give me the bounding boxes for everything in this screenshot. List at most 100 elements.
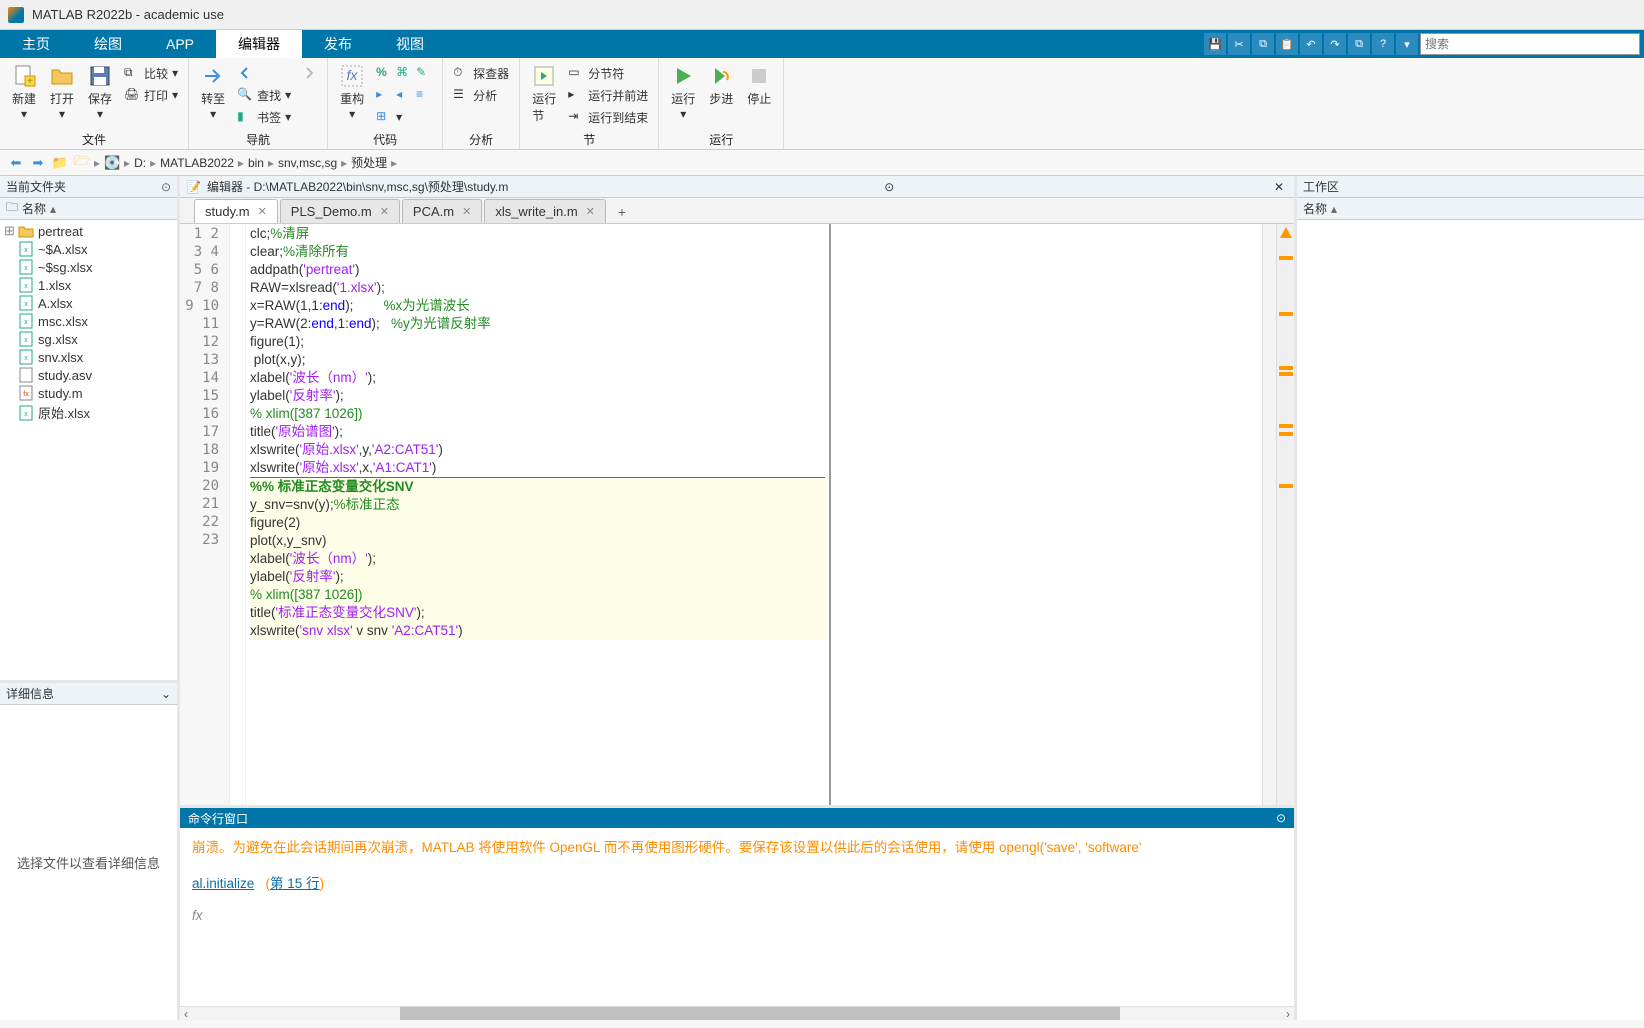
command-link-initialize[interactable]: al.initialize bbox=[192, 876, 254, 891]
details-header[interactable]: 详细信息 ⌄ bbox=[0, 683, 177, 705]
file-row[interactable]: fxstudy.m bbox=[0, 384, 177, 402]
tab-plots[interactable]: 绘图 bbox=[72, 30, 144, 58]
search-input[interactable] bbox=[1420, 33, 1640, 55]
analyze-button[interactable]: ☰分析 bbox=[449, 84, 513, 106]
path-drive[interactable]: D: bbox=[132, 156, 148, 170]
file-row[interactable]: x~$sg.xlsx bbox=[0, 258, 177, 276]
scroll-left-icon[interactable]: ‹ bbox=[184, 1007, 188, 1021]
workspace-column-header[interactable]: 名称 ▴ bbox=[1297, 198, 1644, 220]
tab-apps[interactable]: APP bbox=[144, 30, 216, 58]
panel-menu-icon[interactable]: ⊙ bbox=[884, 180, 898, 194]
editor-tab-xls[interactable]: xls_write_in.m✕ bbox=[484, 199, 606, 223]
command-window-body[interactable]: 崩溃。为避免在此会话期间再次崩溃，MATLAB 将使用软件 OpenGL 而不再… bbox=[180, 828, 1294, 1006]
close-icon[interactable]: ✕ bbox=[1274, 180, 1288, 194]
warning-mark[interactable] bbox=[1279, 484, 1293, 488]
bookmarks-button[interactable]: ▮书签▾ bbox=[233, 106, 295, 128]
warning-mark[interactable] bbox=[1279, 372, 1293, 376]
workspace-body[interactable] bbox=[1297, 220, 1644, 1020]
command-link-line[interactable]: 第 15 行 bbox=[270, 876, 320, 891]
file-row[interactable]: xsg.xlsx bbox=[0, 330, 177, 348]
print-button[interactable]: 🖨打印▾ bbox=[120, 84, 182, 106]
code-warning-ruler[interactable] bbox=[1276, 224, 1294, 805]
run-button[interactable]: 运行▾ bbox=[665, 62, 701, 129]
tab-editor[interactable]: 编辑器 bbox=[216, 30, 302, 58]
tab-view[interactable]: 视图 bbox=[374, 30, 446, 58]
file-row[interactable]: xsnv.xlsx bbox=[0, 348, 177, 366]
close-tab-icon[interactable]: ✕ bbox=[258, 205, 267, 218]
path-part-1[interactable]: bin bbox=[246, 156, 266, 170]
warning-mark[interactable] bbox=[1279, 312, 1293, 316]
run-section-button[interactable]: 运行 节 bbox=[526, 62, 562, 129]
chevron-down-icon[interactable]: ⌄ bbox=[161, 687, 171, 701]
file-row[interactable]: x原始.xlsx bbox=[0, 402, 177, 423]
file-row[interactable]: x~$A.xlsx bbox=[0, 240, 177, 258]
indent-button[interactable]: ▸◂≡ bbox=[372, 84, 436, 106]
paste-icon[interactable]: 📋 bbox=[1276, 33, 1298, 55]
editor-tab-pca[interactable]: PCA.m✕ bbox=[402, 199, 482, 223]
close-tab-icon[interactable]: ✕ bbox=[462, 205, 471, 218]
nav-up-icon[interactable]: 📁 bbox=[50, 153, 70, 173]
path-part-0[interactable]: MATLAB2022 bbox=[158, 156, 236, 170]
save-button[interactable]: 保存▾ bbox=[82, 62, 118, 129]
find-button[interactable]: 🔍查找▾ bbox=[233, 84, 295, 106]
copy-icon[interactable]: ⧉ bbox=[1252, 33, 1274, 55]
close-tab-icon[interactable]: ✕ bbox=[380, 205, 389, 218]
undo-icon[interactable]: ↶ bbox=[1300, 33, 1322, 55]
comment-button[interactable]: %⌘✎ bbox=[372, 62, 436, 84]
nav-back-icon[interactable]: ⬅ bbox=[6, 153, 26, 173]
nav-fwd-icon[interactable]: ➡ bbox=[28, 153, 48, 173]
file-row[interactable]: xmsc.xlsx bbox=[0, 312, 177, 330]
file-row[interactable]: study.asv bbox=[0, 366, 177, 384]
run-advance-button[interactable]: ▸运行并前进 bbox=[564, 84, 652, 106]
fold-column[interactable] bbox=[230, 224, 246, 805]
step-button[interactable]: 步进 bbox=[703, 62, 739, 129]
cut-icon[interactable]: ✂ bbox=[1228, 33, 1250, 55]
tab-publish[interactable]: 发布 bbox=[302, 30, 374, 58]
scroll-right-icon[interactable]: › bbox=[1286, 1007, 1290, 1021]
refactor-button[interactable]: fx重构▾ bbox=[334, 62, 370, 129]
path-part-2[interactable]: snv,msc,sg bbox=[276, 156, 339, 170]
command-prompt-icon[interactable]: fx bbox=[192, 908, 1282, 923]
warning-mark[interactable] bbox=[1279, 256, 1293, 260]
close-tab-icon[interactable]: ✕ bbox=[586, 205, 595, 218]
vertical-scrollbar[interactable] bbox=[1262, 224, 1276, 805]
compare-button[interactable]: ⧉比较▾ bbox=[120, 62, 182, 84]
run-to-end-button[interactable]: ⇥运行到结束 bbox=[564, 106, 652, 128]
command-horizontal-scrollbar[interactable]: ‹ › bbox=[180, 1006, 1294, 1020]
section-break-button[interactable]: ▭分节符 bbox=[564, 62, 652, 84]
save-icon[interactable]: 💾 bbox=[1204, 33, 1226, 55]
back-button[interactable] bbox=[233, 62, 295, 84]
editor-tab-pls[interactable]: PLS_Demo.m✕ bbox=[280, 199, 400, 223]
profiler-button[interactable]: ⏱探查器 bbox=[449, 62, 513, 84]
switch-windows-icon[interactable]: ⧉ bbox=[1348, 33, 1370, 55]
path-part-3[interactable]: 预处理 bbox=[349, 154, 389, 171]
file-row[interactable]: ⊞pertreat bbox=[0, 222, 177, 240]
redo-icon[interactable]: ↷ bbox=[1324, 33, 1346, 55]
panel-menu-icon[interactable]: ⊙ bbox=[161, 180, 171, 194]
open-button[interactable]: 打开▾ bbox=[44, 62, 80, 129]
file-column-header[interactable]: 🗀 名称 ▴ bbox=[0, 198, 177, 220]
file-tree[interactable]: ⊞pertreatx~$A.xlsxx~$sg.xlsxx1.xlsxxA.xl… bbox=[0, 220, 177, 680]
editor-split-right[interactable] bbox=[831, 224, 1262, 805]
scrollbar-thumb[interactable] bbox=[400, 1007, 1120, 1020]
warning-mark[interactable] bbox=[1279, 432, 1293, 436]
new-button[interactable]: +新建▾ bbox=[6, 62, 42, 129]
editor-tab-study[interactable]: study.m✕ bbox=[194, 199, 278, 223]
warning-mark[interactable] bbox=[1279, 424, 1293, 428]
panel-menu-icon[interactable]: ⊙ bbox=[1276, 811, 1286, 825]
editor-body[interactable]: 1 2 3 4 5 6 7 8 9 10 11 12 13 14 15 16 1… bbox=[180, 224, 1294, 805]
format-button[interactable]: ⊞▾ bbox=[372, 106, 436, 128]
drive-icon[interactable]: 💽 bbox=[102, 153, 122, 173]
forward-button[interactable] bbox=[297, 62, 321, 84]
nav-browse-icon[interactable]: 🗁 bbox=[72, 153, 92, 173]
goto-button[interactable]: 转至▾ bbox=[195, 62, 231, 129]
tab-home[interactable]: 主页 bbox=[0, 30, 72, 58]
stop-button[interactable]: 停止 bbox=[741, 62, 777, 129]
warn-summary-icon[interactable] bbox=[1279, 226, 1293, 240]
code-area[interactable]: clc;%清屏clear;%清除所有addpath('pertreat')RAW… bbox=[246, 224, 829, 805]
file-row[interactable]: xA.xlsx bbox=[0, 294, 177, 312]
help-icon[interactable]: ? bbox=[1372, 33, 1394, 55]
dropdown-icon[interactable]: ▾ bbox=[1396, 33, 1418, 55]
file-row[interactable]: x1.xlsx bbox=[0, 276, 177, 294]
warning-mark[interactable] bbox=[1279, 366, 1293, 370]
